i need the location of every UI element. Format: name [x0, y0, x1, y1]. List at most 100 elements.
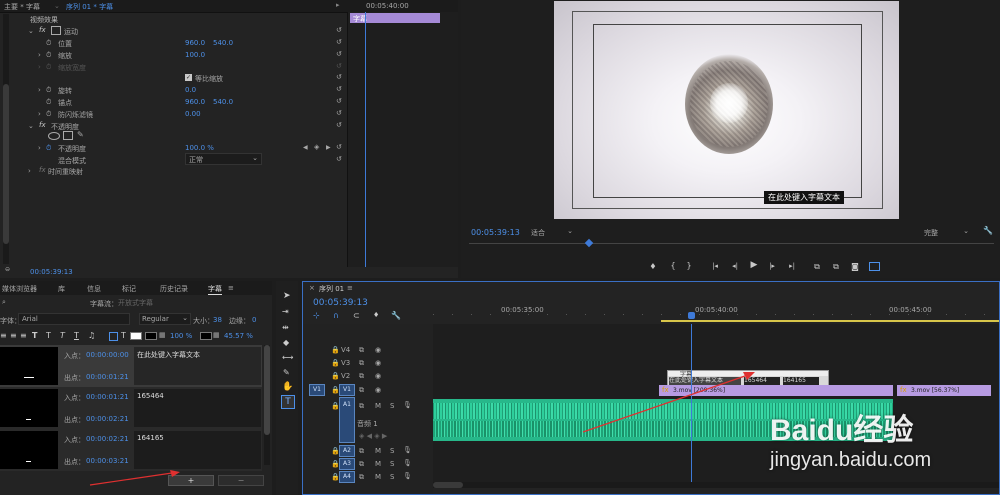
fit-dropdown[interactable]: 适合 ⌄ [531, 227, 573, 237]
edge-value[interactable]: 0 [252, 316, 256, 324]
tab-history[interactable]: 历史记录 [160, 284, 188, 294]
stopwatch-icon[interactable]: ⏱ [46, 144, 51, 153]
expand-arrow-icon[interactable]: ⌄ [28, 122, 34, 130]
sync-lock-icon[interactable]: ⧉ [359, 402, 364, 411]
playhead-handle[interactable] [688, 312, 695, 319]
work-area-bar[interactable] [661, 320, 999, 322]
text-opacity-value[interactable]: 100 % [170, 332, 192, 340]
remove-caption-button[interactable]: − [218, 475, 264, 486]
expand-arrow-icon[interactable]: › [28, 167, 31, 175]
eye-icon[interactable]: ◉ [375, 386, 381, 394]
mute-button[interactable]: M [375, 447, 381, 455]
caption-overlay[interactable]: 在此处键入字幕文本 [764, 191, 844, 204]
track-target-a4[interactable]: A4 [339, 471, 355, 483]
list-item[interactable]: 入点： 00:00:02:21 出点： 00:00:03:21 164165 [0, 429, 262, 471]
italic-icon[interactable]: T [60, 331, 65, 340]
mark-out-icon[interactable]: } [683, 261, 695, 270]
microphone-icon[interactable]: 🎙 [403, 459, 412, 467]
reset-icon[interactable]: ↺ [336, 97, 342, 105]
sync-lock-icon[interactable]: ⧉ [359, 460, 364, 469]
track-target-a3[interactable]: A3 [339, 458, 355, 470]
caption-text-field[interactable]: 164165 [134, 431, 261, 469]
comparison-view-icon[interactable] [869, 262, 880, 271]
eye-icon[interactable]: ◉ [375, 372, 381, 380]
caption-text-field[interactable]: 165464 [134, 389, 261, 427]
solo-button[interactable]: S [390, 460, 394, 468]
timeline-timecode[interactable]: 00:05:39:13 [313, 298, 368, 308]
close-icon[interactable]: × [309, 284, 315, 292]
sequence-clip-label[interactable]: 序列 01 * 字幕 [66, 2, 113, 12]
track-target-a2[interactable]: A2 [339, 445, 355, 457]
scrollbar[interactable] [264, 345, 270, 465]
play-only-icon[interactable]: ▸ [336, 1, 340, 9]
eye-icon[interactable]: ◉ [375, 346, 381, 354]
expand-arrow-icon[interactable]: › [38, 144, 41, 152]
selection-tool-icon[interactable]: ➤ [283, 291, 291, 301]
sync-lock-icon[interactable]: ⧉ [359, 386, 364, 395]
track-target-a1[interactable]: A1 [339, 397, 355, 443]
expand-arrow-icon[interactable]: › [38, 63, 41, 71]
uniform-scale-checkbox[interactable]: ✓ [185, 74, 192, 81]
sync-lock-icon[interactable]: ⧉ [359, 447, 364, 456]
snap-icon[interactable]: ∩ [333, 311, 339, 320]
tab-captions[interactable]: 字幕 [208, 284, 222, 295]
fx-badge-icon[interactable]: fx [39, 26, 46, 34]
microphone-icon[interactable]: 🎙 [403, 472, 412, 480]
wrench-icon[interactable]: 🔧 [391, 311, 401, 320]
reset-icon[interactable]: ↺ [336, 155, 342, 163]
fx-badge-icon[interactable]: fx [39, 121, 46, 129]
bold-icon[interactable]: T [32, 331, 37, 340]
chevron-down-icon[interactable]: ⌄ [54, 2, 60, 10]
tab-markers[interactable]: 标记 [122, 284, 136, 294]
playhead-line[interactable] [365, 12, 366, 267]
stopwatch-icon[interactable]: ⏱ [46, 63, 51, 72]
source-clip-label[interactable]: 主要 * 字幕 [4, 2, 40, 12]
panel-menu-icon[interactable]: ≡ [228, 284, 234, 292]
pen-mask-icon[interactable]: ✎ [77, 130, 84, 139]
mark-in-icon[interactable]: { [667, 261, 679, 270]
go-to-out-icon[interactable]: ▸| [786, 262, 798, 270]
expand-arrow-icon[interactable]: › [38, 51, 41, 59]
in-timecode[interactable]: 00:00:01:21 [86, 393, 129, 401]
stopwatch-icon[interactable]: ⏱ [46, 86, 51, 95]
nest-icon[interactable]: ⊹ [313, 311, 320, 320]
opacity-icon[interactable]: ▦ [213, 331, 220, 339]
text-color-swatch[interactable] [130, 332, 142, 340]
blend-mode-dropdown[interactable]: 正常 ⌄ [185, 153, 262, 165]
pen-tool-icon[interactable]: ✎ [283, 368, 290, 377]
align-right-icon[interactable]: ≡ [20, 331, 27, 340]
video-frame[interactable]: 在此处键入字幕文本 [554, 1, 899, 219]
rotation-value[interactable]: 0.0 [185, 86, 196, 94]
reset-icon[interactable]: ↺ [336, 85, 342, 93]
edge-color-swatch[interactable] [200, 332, 212, 340]
music-note-icon[interactable]: ♫ [88, 331, 95, 340]
stopwatch-icon[interactable]: ⏱ [46, 98, 51, 107]
program-timecode[interactable]: 00:05:39:13 [471, 228, 520, 237]
sync-lock-icon[interactable]: ⧉ [359, 473, 364, 482]
expand-arrow-icon[interactable]: ⌄ [28, 27, 34, 35]
font-style-dropdown[interactable]: Regular ⌄ [139, 313, 191, 325]
extract-icon[interactable]: ⧉ [830, 262, 842, 272]
opacity-value[interactable]: 100.0 % [185, 144, 214, 152]
wrench-icon[interactable]: 🔧 [983, 226, 993, 235]
resolution-dropdown[interactable]: 完整 ⌄ [924, 227, 969, 237]
track-select-tool-icon[interactable]: ⇥ [282, 307, 289, 316]
in-timecode[interactable]: 00:00:00:00 [86, 351, 129, 359]
in-timecode[interactable]: 00:00:02:21 [86, 435, 129, 443]
stopwatch-icon[interactable]: ⏱ [46, 110, 51, 119]
track-target-v1[interactable]: V1 [339, 384, 355, 396]
background-opacity-value[interactable]: 45.57 % [224, 332, 253, 340]
reset-icon[interactable]: ↺ [336, 143, 342, 151]
ellipse-mask-icon[interactable] [48, 132, 60, 140]
tab-libraries[interactable]: 库 [58, 284, 65, 294]
position-grid-icon[interactable] [109, 332, 118, 341]
playhead-marker[interactable] [584, 238, 594, 248]
slip-tool-icon[interactable]: ⟷ [282, 353, 293, 362]
add-marker-icon[interactable]: ♦ [647, 262, 659, 271]
go-to-in-icon[interactable]: |◂ [709, 262, 721, 270]
out-timecode[interactable]: 00:00:03:21 [86, 457, 129, 465]
caption-segment[interactable]: 164165 [783, 377, 819, 385]
add-marker-icon[interactable]: ♦ [373, 311, 379, 319]
align-center-icon[interactable]: ≡ [10, 331, 17, 340]
type-tool-icon[interactable]: T [281, 395, 295, 409]
